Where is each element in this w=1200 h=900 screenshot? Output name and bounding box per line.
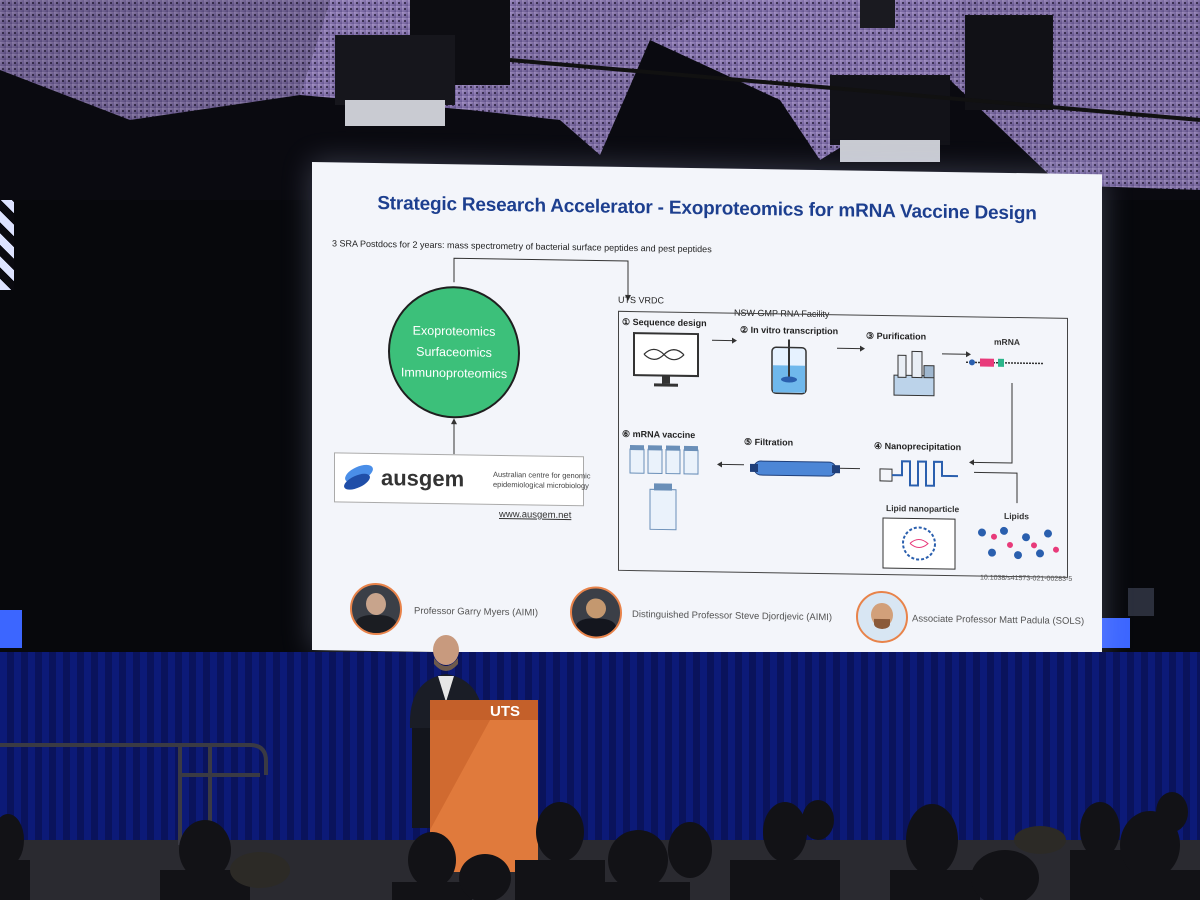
research-areas-circle: Exoproteomics Surfaceomics Immunoproteom… bbox=[388, 285, 520, 420]
mrna-label: mRNA bbox=[994, 336, 1020, 348]
purification-equipment-icon bbox=[893, 350, 935, 397]
avatar-garry-myers bbox=[350, 582, 402, 636]
ausgem-tagline-1: Australian centre for genomic bbox=[493, 469, 591, 481]
nanoprecipitation-mixer-icon bbox=[879, 460, 958, 487]
stage-light-left-bottom bbox=[0, 610, 22, 648]
podium-logo: UTS bbox=[490, 703, 520, 720]
transcription-beaker-icon bbox=[771, 339, 807, 395]
filtration-cartridge-icon bbox=[750, 460, 840, 477]
monitor-dna-icon bbox=[633, 332, 699, 387]
mrna-strand-icon bbox=[966, 358, 1044, 367]
step-purification: ③ Purification bbox=[866, 330, 927, 342]
audience-silhouettes bbox=[0, 792, 1200, 900]
avatar-matt-padula bbox=[856, 590, 908, 644]
step-in-vitro-transcription: ② In vitro transcription bbox=[740, 324, 839, 337]
stage-light-right-top bbox=[1128, 588, 1154, 616]
doi-reference: 10.1038/s41573-021-00283-5 bbox=[980, 574, 1073, 583]
ausgem-wordmark: ausgem bbox=[381, 465, 465, 492]
step-nanoprecipitation: ④ Nanoprecipitation bbox=[874, 440, 962, 453]
stage-light-right bbox=[1102, 618, 1130, 648]
stage-light-left bbox=[0, 200, 14, 290]
person-garry-myers: Professor Garry Myers (AIMI) bbox=[414, 605, 539, 619]
ausgem-mark-icon bbox=[344, 464, 373, 490]
circle-item-surfaceomics: Surfaceomics bbox=[416, 344, 492, 360]
lipid-nanoparticle-label: Lipid nanoparticle bbox=[886, 503, 960, 515]
ausgem-url: www.ausgem.net bbox=[499, 508, 572, 522]
step-filtration: ⑤ Filtration bbox=[744, 436, 794, 448]
lipid-nanoparticle-icon bbox=[882, 517, 956, 570]
circle-item-exoproteomics: Exoproteomics bbox=[412, 323, 496, 339]
step-sequence-design: ① Sequence design bbox=[622, 316, 707, 329]
ausgem-tagline-2: epidemiological microbiology bbox=[493, 479, 589, 491]
vaccine-vials-icon bbox=[629, 444, 699, 531]
ausgem-logo: ausgem Australian centre for genomic epi… bbox=[334, 452, 591, 507]
circle-item-immunoproteomics: Immunoproteomics bbox=[400, 364, 508, 381]
presentation-slide: Strategic Research Accelerator - Exoprot… bbox=[312, 162, 1102, 663]
uts-vrdc-label: UTS VRDC bbox=[618, 294, 665, 306]
step-mrna-vaccine: ⑥ mRNA vaccine bbox=[622, 428, 696, 441]
avatar-steve-djordjevic bbox=[570, 586, 622, 639]
lipids-label: Lipids bbox=[1004, 510, 1030, 522]
lipids-molecules-icon bbox=[978, 526, 1059, 560]
